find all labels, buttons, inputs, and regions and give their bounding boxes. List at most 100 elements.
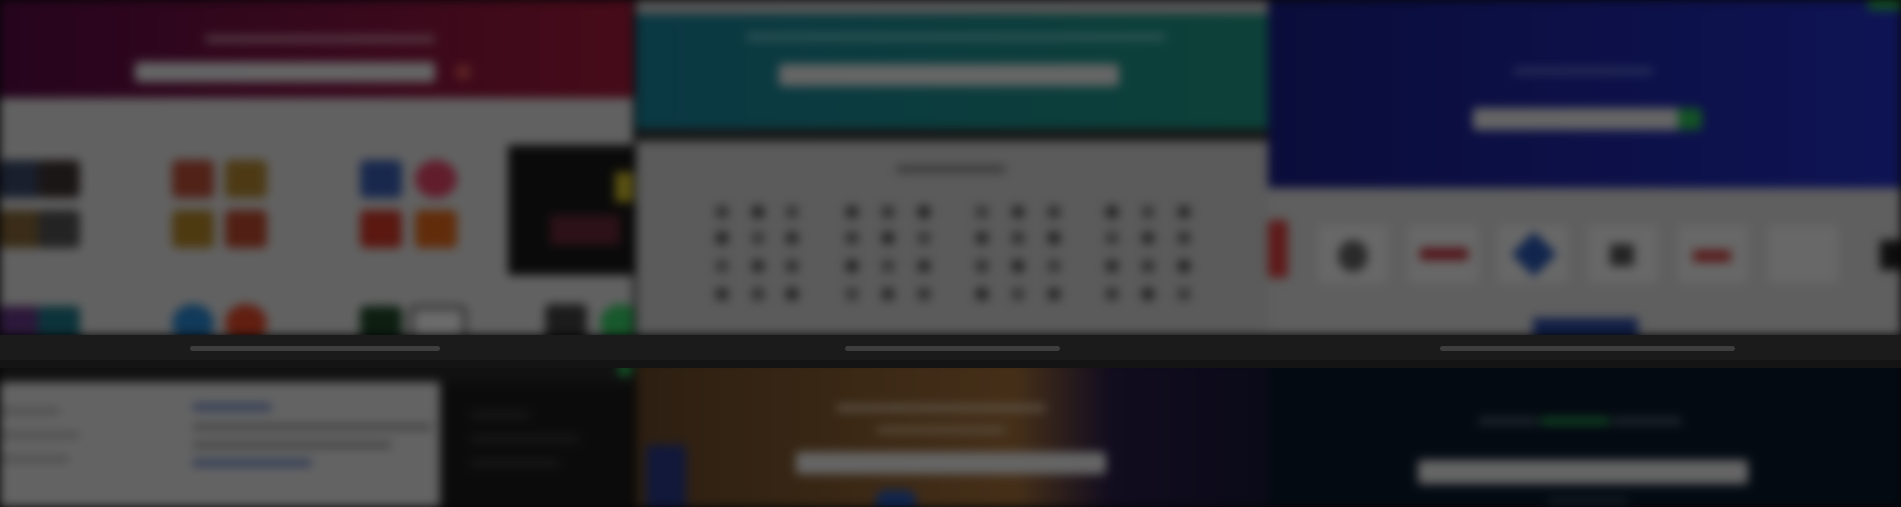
logo-card xyxy=(1768,225,1838,283)
hero-heading xyxy=(836,405,1046,411)
grid-icon xyxy=(1012,206,1024,218)
app-tile xyxy=(0,160,42,198)
grid-icon xyxy=(1142,206,1154,218)
logo-card xyxy=(1268,220,1288,278)
grid-icon xyxy=(1142,288,1154,300)
app-tile xyxy=(415,160,457,198)
app-tile xyxy=(360,210,402,248)
grid-icon xyxy=(1048,206,1060,218)
sidebar-item xyxy=(0,456,70,462)
app-tile xyxy=(225,160,267,198)
grid-icon xyxy=(846,206,858,218)
blue-graphic xyxy=(876,490,916,507)
grid-icon xyxy=(918,260,930,272)
app-tile xyxy=(38,306,80,335)
grid-icon xyxy=(1142,232,1154,244)
grid-icon xyxy=(1012,288,1024,300)
tile-banner xyxy=(1268,0,1901,188)
caption-strip-bottom xyxy=(0,360,1901,368)
app-tile xyxy=(38,210,80,248)
grid-icon xyxy=(882,260,894,272)
app-tile xyxy=(545,304,587,335)
grid-icon xyxy=(1106,206,1118,218)
grid-icon xyxy=(1106,288,1118,300)
grid-icon xyxy=(1106,260,1118,272)
hero-heading xyxy=(1478,418,1538,424)
apple-icon xyxy=(1338,240,1368,272)
grid-icon xyxy=(752,288,764,300)
grid-icon xyxy=(846,260,858,272)
icon-grid xyxy=(636,0,1269,335)
grid-icon xyxy=(786,232,798,244)
grid-icon xyxy=(976,206,988,218)
grid-icon xyxy=(1178,232,1190,244)
brand-mark xyxy=(1610,244,1634,266)
brand-mark xyxy=(1880,240,1901,270)
app-tile xyxy=(360,306,402,335)
tile-icon-grid xyxy=(636,0,1269,335)
brand-mark xyxy=(1420,248,1468,260)
grid-icon xyxy=(846,232,858,244)
grid-icon xyxy=(1106,232,1118,244)
app-tile xyxy=(172,210,214,248)
blurred-collage xyxy=(0,0,1901,507)
sidebar-item xyxy=(0,408,60,414)
grid-icon xyxy=(752,260,764,272)
grid-icon xyxy=(1178,288,1190,300)
grid-icon xyxy=(976,232,988,244)
grid-icon xyxy=(752,232,764,244)
grid-icon xyxy=(752,206,764,218)
green-badge xyxy=(1868,0,1901,10)
grid-icon xyxy=(716,260,728,272)
grid-icon xyxy=(1142,260,1154,272)
grid-icon xyxy=(716,232,728,244)
grid-icon xyxy=(786,206,798,218)
grid-icon xyxy=(716,288,728,300)
caption-line xyxy=(845,346,1060,351)
app-tile xyxy=(360,160,402,198)
grid-icon xyxy=(1048,260,1060,272)
banner-heading xyxy=(1513,68,1653,74)
hero-heading xyxy=(1612,418,1682,424)
app-tile xyxy=(0,306,42,335)
grid-icon xyxy=(882,206,894,218)
search-field xyxy=(1418,460,1748,484)
app-tile xyxy=(225,210,267,248)
grid-icon xyxy=(918,232,930,244)
grid-icon xyxy=(976,288,988,300)
doc-text xyxy=(192,424,432,430)
featured-art xyxy=(615,172,633,202)
grid-icon xyxy=(1012,260,1024,272)
app-tile xyxy=(172,304,214,335)
grid-icon xyxy=(846,288,858,300)
tile-photo-landing xyxy=(636,360,1269,507)
code-line xyxy=(470,412,530,418)
app-tile xyxy=(225,304,267,335)
tile-banner xyxy=(0,0,633,98)
sidebar-item xyxy=(0,432,80,438)
search-field xyxy=(135,62,435,82)
tile-dark-search xyxy=(1268,360,1901,507)
tile-app-store xyxy=(0,0,633,335)
grid-icon xyxy=(1048,232,1060,244)
blue-graphic xyxy=(646,445,686,507)
caption-line xyxy=(190,346,440,351)
hero-subheading xyxy=(876,427,1006,433)
search-field xyxy=(796,452,1106,474)
hero-caption xyxy=(1548,498,1628,504)
tile-code-editor xyxy=(0,360,633,507)
app-tile xyxy=(172,160,214,198)
caption-line xyxy=(1440,346,1735,351)
grid-icon xyxy=(1048,288,1060,300)
featured-art xyxy=(550,215,620,245)
search-button xyxy=(1678,108,1702,130)
grid-icon xyxy=(918,206,930,218)
app-tile xyxy=(410,306,466,335)
grid-icon xyxy=(976,260,988,272)
app-tile xyxy=(600,304,633,335)
app-tile xyxy=(0,210,42,248)
hero-highlight xyxy=(1540,418,1610,424)
blue-button xyxy=(1533,318,1638,335)
grid-icon xyxy=(1012,232,1024,244)
code-line xyxy=(470,436,580,442)
